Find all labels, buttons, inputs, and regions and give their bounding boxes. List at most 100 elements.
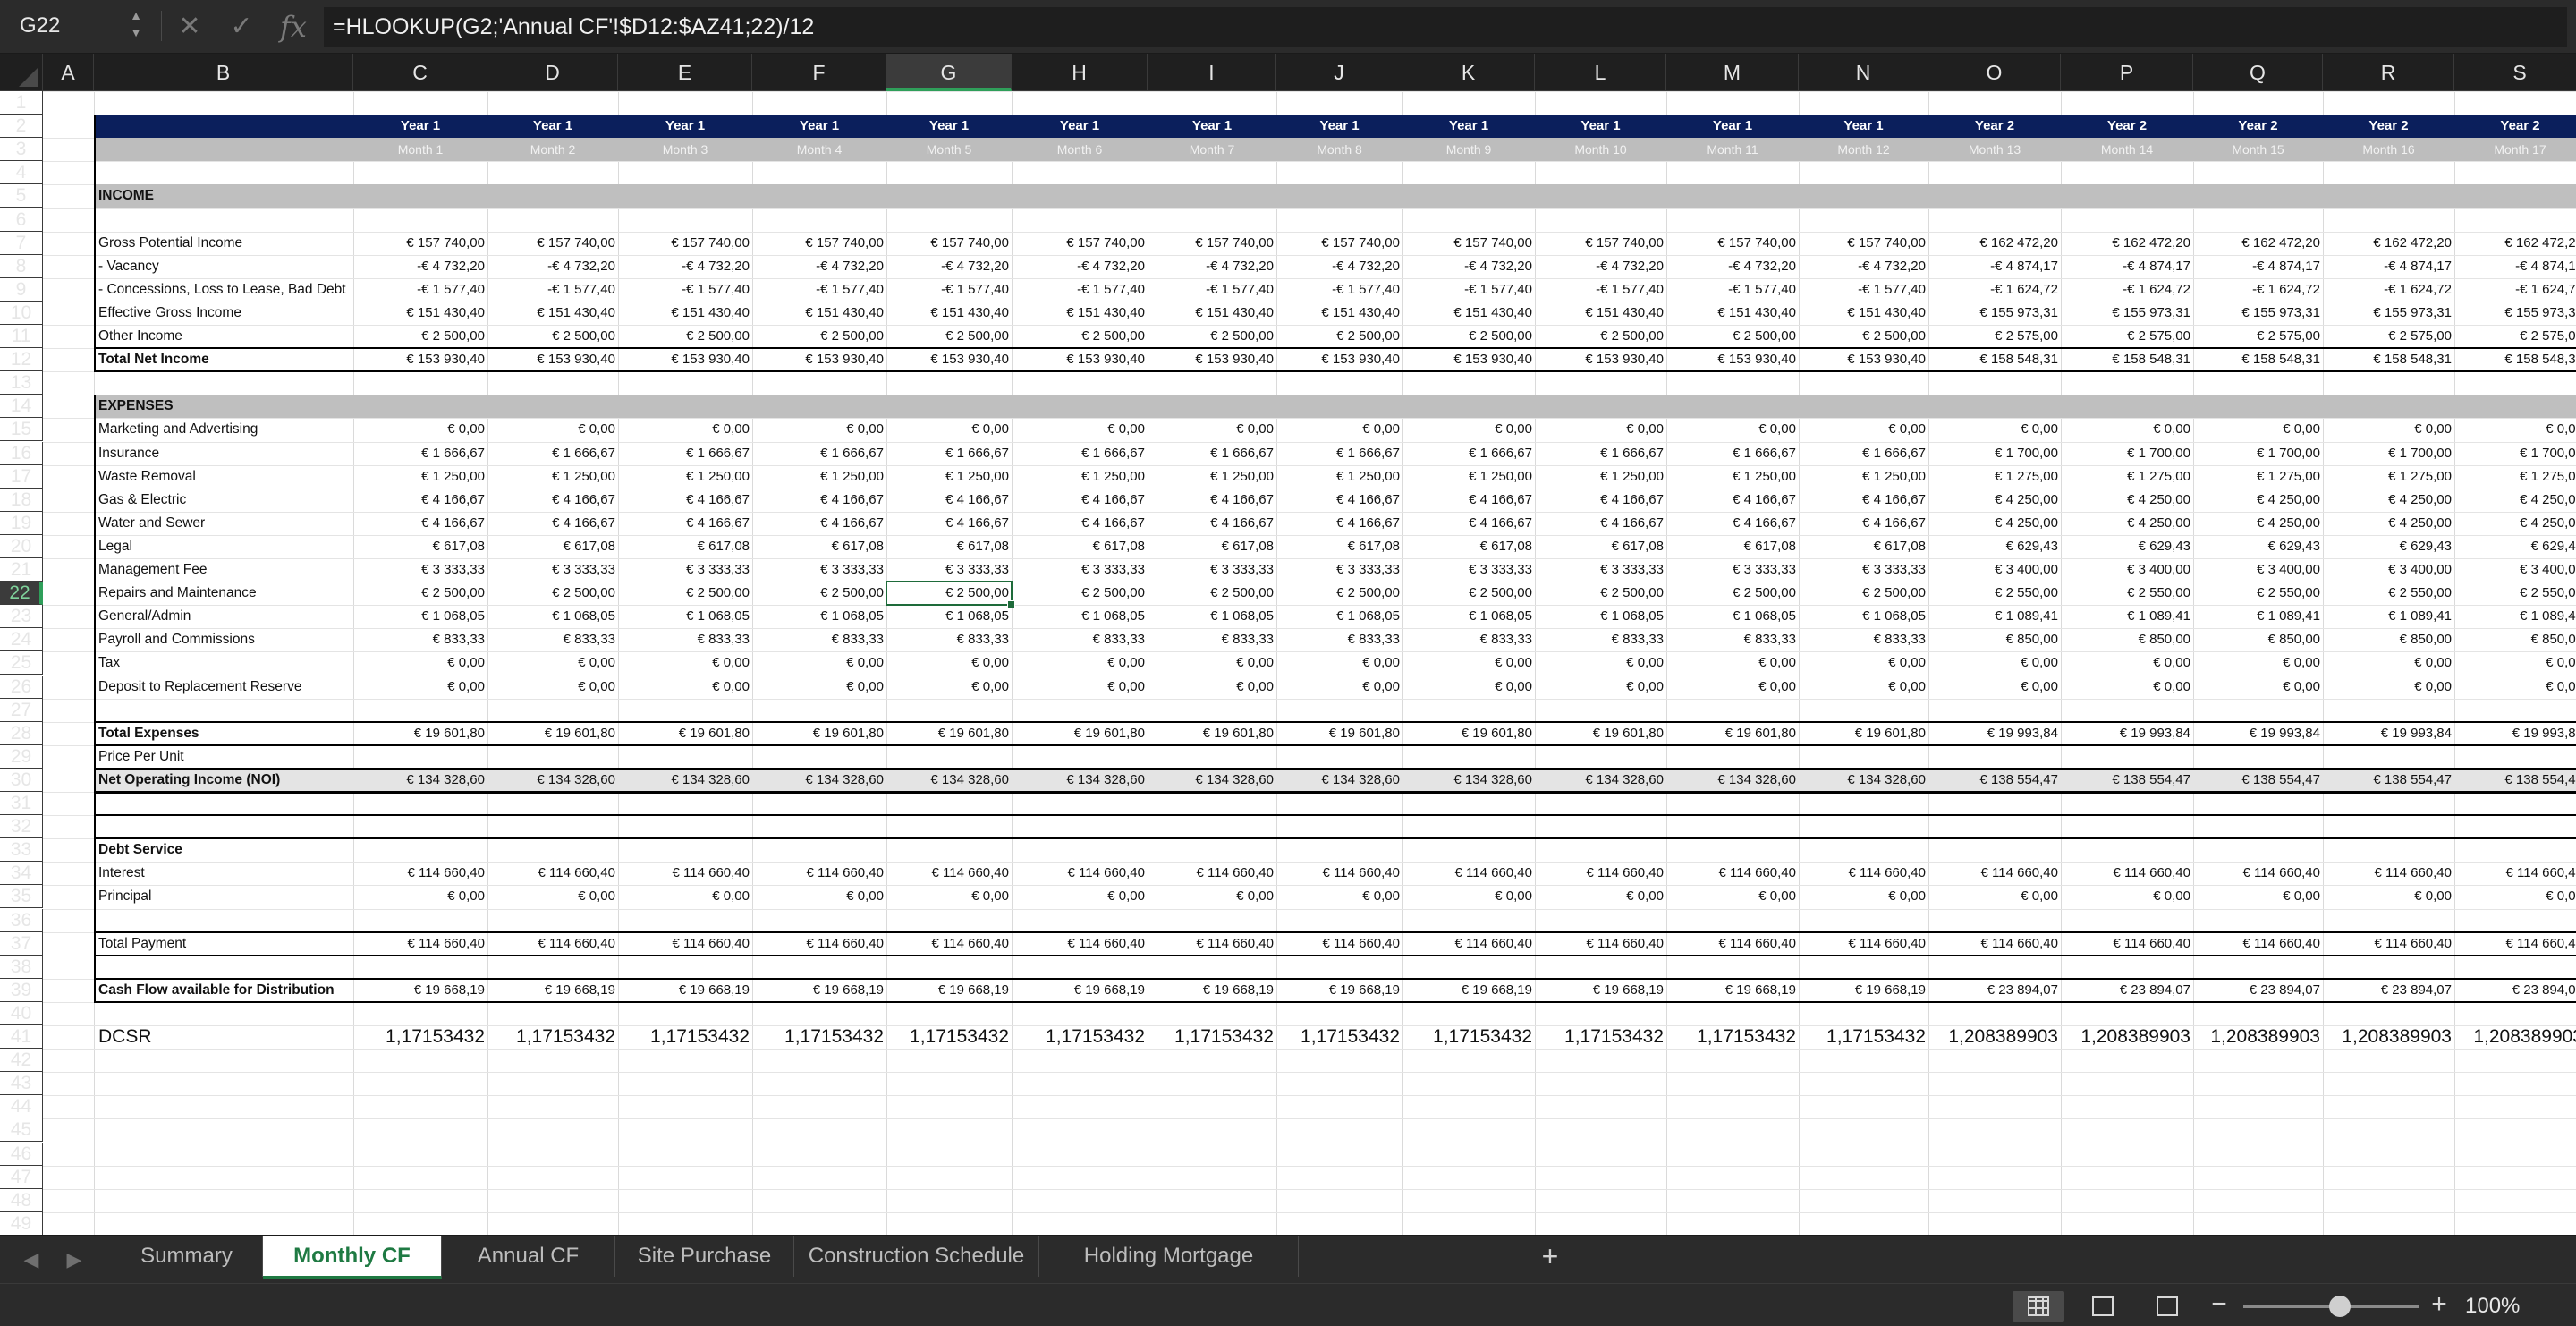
row-header-33[interactable]: 33 [0,838,43,863]
cell-value[interactable]: € 3 400,00 [2193,558,2323,582]
sheet-tab-monthly-cf[interactable]: Monthly CF [263,1236,442,1279]
cell-value[interactable]: € 0,00 [1928,418,2061,441]
row-header-27[interactable]: 27 [0,698,43,722]
cell-value[interactable]: € 138 554,47 [2323,769,2454,792]
row-header-26[interactable]: 26 [0,675,43,699]
row-header-25[interactable]: 25 [0,651,43,676]
cancel-icon[interactable]: ✕ [172,9,208,45]
cell-value[interactable]: € 617,08 [1799,535,1928,558]
cell-value[interactable]: € 157 740,00 [1276,232,1402,255]
cell-value[interactable] [1799,745,1928,769]
cell-value[interactable]: € 134 328,60 [752,769,886,792]
cell-value[interactable]: € 4 166,67 [1402,512,1535,535]
cell-value[interactable]: 1,17153432 [353,1025,487,1049]
cell-value[interactable]: € 114 660,40 [1666,932,1799,956]
cell-value[interactable]: € 1 700,00 [2193,442,2323,465]
row-header-24[interactable]: 24 [0,628,43,652]
cell-value[interactable]: € 3 333,33 [1799,558,1928,582]
row-header-34[interactable]: 34 [0,862,43,886]
column-header-d[interactable]: D [487,54,618,91]
cell-value[interactable]: € 4 166,67 [487,512,618,535]
cell-value[interactable]: € 0,00 [1928,651,2061,675]
zoom-in-button[interactable]: + [2426,1289,2453,1320]
next-sheet-icon[interactable]: ▶ [63,1246,86,1273]
column-header-s[interactable]: S [2454,54,2576,91]
cell-value[interactable]: € 0,00 [1402,885,1535,908]
cell-value[interactable]: € 162 472,20 [2323,232,2454,255]
cell-value[interactable]: € 1 068,05 [886,605,1012,628]
cell-value[interactable] [353,838,487,862]
cell-value[interactable]: -€ 1 577,40 [353,278,487,302]
cell-value[interactable]: € 19 601,80 [1148,722,1276,745]
cell-value[interactable] [1402,745,1535,769]
cell-value[interactable]: € 19 601,80 [752,722,886,745]
cell-value[interactable]: € 19 668,19 [1012,979,1148,1002]
cell-value[interactable]: € 19 601,80 [1012,722,1148,745]
row-header-39[interactable]: 39 [0,978,43,1002]
cell-value[interactable]: -€ 4 732,20 [618,255,752,278]
row-header-36[interactable]: 36 [0,908,43,932]
cell-value[interactable]: € 1 666,67 [1666,442,1799,465]
row-header-18[interactable]: 18 [0,488,43,512]
cell-value[interactable] [1148,838,1276,862]
row-header-12[interactable]: 12 [0,348,43,372]
row-header-1[interactable]: 1 [0,91,43,115]
cell-value[interactable]: € 134 328,60 [1799,769,1928,792]
row-header-32[interactable]: 32 [0,815,43,839]
cell-value[interactable]: € 0,00 [2193,885,2323,908]
cell-value[interactable]: € 0,00 [1402,651,1535,675]
page-layout-view-icon[interactable] [2077,1291,2129,1322]
cell-value[interactable]: € 155 973,31 [2323,302,2454,325]
cell-value[interactable]: € 157 740,00 [487,232,618,255]
cell-value[interactable]: € 151 430,40 [886,302,1012,325]
cell-value[interactable]: € 151 430,40 [1276,302,1402,325]
cell-value[interactable]: € 4 166,67 [1666,489,1799,512]
cell-value[interactable]: € 0,00 [2454,651,2576,675]
cell-value[interactable]: € 4 250,00 [2323,512,2454,535]
cell-value[interactable]: € 2 500,00 [1148,582,1276,605]
cell-value[interactable]: € 0,00 [2061,418,2193,441]
cell-value[interactable]: 1,208389903 [2193,1025,2323,1049]
cell-value[interactable]: € 134 328,60 [1666,769,1799,792]
row-header-16[interactable]: 16 [0,441,43,465]
cell-value[interactable]: € 114 660,40 [1799,932,1928,956]
cell-value[interactable]: € 158 548,31 [1928,348,2061,371]
cell-value[interactable]: € 19 601,80 [1535,722,1666,745]
cell-value[interactable]: € 2 575,00 [2193,325,2323,348]
cell-value[interactable] [1535,838,1666,862]
cell-value[interactable]: € 134 328,60 [1535,769,1666,792]
row-header-2[interactable]: 2 [0,115,43,139]
cell-value[interactable]: € 3 333,33 [353,558,487,582]
cell-value[interactable]: € 157 740,00 [752,232,886,255]
cell-value[interactable]: € 114 660,40 [1012,862,1148,885]
cell-value[interactable]: € 0,00 [2323,676,2454,699]
cell-value[interactable]: € 2 500,00 [752,325,886,348]
column-header-k[interactable]: K [1402,54,1535,91]
cell-value[interactable]: € 114 660,40 [2193,932,2323,956]
cell-value[interactable]: € 1 068,05 [353,605,487,628]
cell-value[interactable] [2061,745,2193,769]
cell-value[interactable]: € 1 250,00 [1276,465,1402,489]
cell-value[interactable]: € 3 333,33 [1666,558,1799,582]
cell-value[interactable]: € 0,00 [487,885,618,908]
cell-value[interactable]: -€ 4 732,20 [1402,255,1535,278]
cell-value[interactable]: € 157 740,00 [1535,232,1666,255]
cell-value[interactable]: € 114 660,40 [1148,932,1276,956]
cell-value[interactable]: € 0,00 [1799,418,1928,441]
cell-value[interactable]: € 629,43 [2193,535,2323,558]
cell-value[interactable]: -€ 1 624,72 [1928,278,2061,302]
cell-value[interactable]: € 0,00 [353,676,487,699]
cell-value[interactable]: -€ 1 577,40 [1148,278,1276,302]
cell-value[interactable]: € 157 740,00 [1012,232,1148,255]
cell-value[interactable]: € 19 601,80 [487,722,618,745]
cell-value[interactable]: € 1 068,05 [1535,605,1666,628]
row-header-4[interactable]: 4 [0,161,43,185]
cell-value[interactable] [618,745,752,769]
row-header-45[interactable]: 45 [0,1118,43,1143]
cell-value[interactable]: € 138 554,47 [2061,769,2193,792]
cell-value[interactable]: € 0,00 [2323,885,2454,908]
cell-value[interactable]: € 114 660,40 [2061,932,2193,956]
cell-value[interactable]: € 1 250,00 [618,465,752,489]
cell-value[interactable]: € 0,00 [1276,885,1402,908]
cell-value[interactable]: € 0,00 [2061,676,2193,699]
